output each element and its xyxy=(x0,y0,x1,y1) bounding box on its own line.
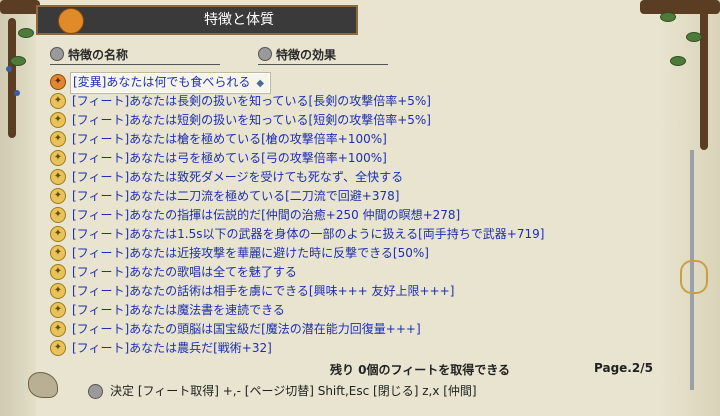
help-bullet-icon xyxy=(88,384,103,399)
feat-icon: ✦ xyxy=(50,321,66,337)
trait-row-label: [フィート]あなたは二刀流を極めている[二刀流で回避+378] xyxy=(72,189,400,203)
feat-icon: ✦ xyxy=(50,340,66,356)
feat-icon: ✦ xyxy=(50,131,66,147)
trait-row[interactable]: ✦ [フィート]あなたは致死ダメージを受けても死なず、全快する xyxy=(50,168,610,187)
trait-row-label: [フィート]あなたの歌唱は全てを魅了する xyxy=(72,265,297,279)
trait-row[interactable]: ✦ [フィート]あなたは魔法書を速読できる xyxy=(50,301,610,320)
feat-icon: ✦ xyxy=(50,245,66,261)
pearl-decoration xyxy=(14,90,20,96)
window-title: 特徴と体質 xyxy=(204,12,274,28)
trait-row-label: [変異]あなたは何でも食べられる ◆ xyxy=(70,72,272,94)
trait-row[interactable]: ✦ [フィート]あなたの指揮は伝説的だ[仲間の治癒+250 仲間の瞑想+278] xyxy=(50,206,610,225)
title-emblem-icon xyxy=(58,8,84,34)
trait-row-label: [フィート]あなたは農兵だ[戦術+32] xyxy=(72,341,272,355)
trait-row[interactable]: ✦ [フィート]あなたの歌唱は全てを魅了する xyxy=(50,263,610,282)
sword-hilt-decoration xyxy=(680,260,708,294)
trait-row-label: [フィート]あなたは短剣の扱いを知っている[短剣の攻撃倍率+5%] xyxy=(72,113,431,127)
trait-row-label: [フィート]あなたは近接攻撃を華麗に避けた時に反撃できる[50%] xyxy=(72,246,429,260)
page-indicator: Page.2/5 xyxy=(594,361,653,375)
trait-row[interactable]: ✦ [フィート]あなたは長剣の扱いを知っている[長剣の攻撃倍率+5%] xyxy=(50,92,610,111)
trait-row-label: [フィート]あなたは槍を極めている[槍の攻撃倍率+100%] xyxy=(72,132,387,146)
trait-row[interactable]: ✦ [フィート]あなたは二刀流を極めている[二刀流で回避+378] xyxy=(50,187,610,206)
remaining-feats-label: 残り 0個のフィートを取得できる xyxy=(330,363,511,377)
feat-icon: ✦ xyxy=(50,169,66,185)
trait-row[interactable]: ✦ [フィート]あなたは1.5s以下の武器を身体の一部のように扱える[両手持ちで武… xyxy=(50,225,610,244)
pearl-decoration xyxy=(6,66,12,72)
trait-row[interactable]: ✦ [フィート]あなたは弓を極めている[弓の攻撃倍率+100%] xyxy=(50,149,610,168)
trait-row-label: [フィート]あなたは致死ダメージを受けても死なず、全快する xyxy=(72,170,404,184)
leaf-decoration xyxy=(10,56,26,66)
branch-decoration xyxy=(700,0,708,150)
trait-row[interactable]: ✦ [変異]あなたは何でも食べられる ◆ xyxy=(50,72,610,94)
trait-row[interactable]: ✦ [フィート]あなたは短剣の扱いを知っている[短剣の攻撃倍率+5%] xyxy=(50,111,610,130)
branch-decoration xyxy=(8,18,16,138)
feat-icon: ✦ xyxy=(50,112,66,128)
trait-row[interactable]: ✦ [フィート]あなたは農兵だ[戦術+32] xyxy=(50,339,610,358)
trait-row[interactable]: ✦ [フィート]あなたは槍を極めている[槍の攻撃倍率+100%] xyxy=(50,130,610,149)
help-text: 決定 [フィート取得] +,- [ページ切替] Shift,Esc [閉じる] … xyxy=(110,384,477,398)
feat-icon: ✦ xyxy=(50,302,66,318)
window-title-bar: 特徴と体質 xyxy=(36,5,358,35)
column-header-effect-label: 特徴の効果 xyxy=(276,48,337,62)
leaf-decoration xyxy=(660,12,676,22)
trait-row-label: [フィート]あなたの話術は相手を虜にできる[興味+++ 友好上限+++] xyxy=(72,284,455,298)
feat-icon: ✦ xyxy=(50,226,66,242)
branch-decoration xyxy=(640,0,720,14)
trait-row-label: [フィート]あなたの指揮は伝説的だ[仲間の治癒+250 仲間の瞑想+278] xyxy=(72,208,461,222)
bullet-icon xyxy=(50,47,64,61)
leaf-decoration xyxy=(18,28,34,38)
trait-row-label: [フィート]あなたは1.5s以下の武器を身体の一部のように扱える[両手持ちで武器… xyxy=(72,227,545,241)
feat-icon: ✦ xyxy=(50,283,66,299)
leaf-decoration xyxy=(670,56,686,66)
trait-row-label: [フィート]あなたの頭脳は国宝級だ[魔法の潜在能力回復量+++] xyxy=(72,322,421,336)
branch-decoration xyxy=(0,0,40,14)
trait-row[interactable]: ✦ [フィート]あなたの話術は相手を虜にできる[興味+++ 友好上限+++] xyxy=(50,282,610,301)
trait-list: ✦ [変異]あなたは何でも食べられる ◆ ✦ [フィート]あなたは長剣の扱いを知って… xyxy=(50,72,610,358)
creature-decoration xyxy=(28,372,58,398)
leaf-decoration xyxy=(686,32,702,42)
column-header-name: 特徴の名称 xyxy=(50,46,220,65)
feat-icon: ✦ xyxy=(50,207,66,223)
feat-icon: ✦ xyxy=(50,150,66,166)
trait-row-label: [フィート]あなたは長剣の扱いを知っている[長剣の攻撃倍率+5%] xyxy=(72,94,431,108)
trait-row-label: [フィート]あなたは魔法書を速読できる xyxy=(72,303,285,317)
feat-icon: ✦ xyxy=(50,93,66,109)
help-bar: 決定 [フィート取得] +,- [ページ切替] Shift,Esc [閉じる] … xyxy=(80,380,640,402)
feat-icon: ✦ xyxy=(50,264,66,280)
trait-row-label: [フィート]あなたは弓を極めている[弓の攻撃倍率+100%] xyxy=(72,151,387,165)
feat-icon: ✦ xyxy=(50,188,66,204)
column-header-name-label: 特徴の名称 xyxy=(68,48,129,62)
column-header-effect: 特徴の効果 xyxy=(258,46,388,65)
mutation-icon: ✦ xyxy=(50,74,66,90)
bullet-icon xyxy=(258,47,272,61)
trait-row[interactable]: ✦ [フィート]あなたの頭脳は国宝級だ[魔法の潜在能力回復量+++] xyxy=(50,320,610,339)
trait-row[interactable]: ✦ [フィート]あなたは近接攻撃を華麗に避けた時に反撃できる[50%] xyxy=(50,244,610,263)
selection-arrow-icon: ◆ xyxy=(256,78,265,89)
